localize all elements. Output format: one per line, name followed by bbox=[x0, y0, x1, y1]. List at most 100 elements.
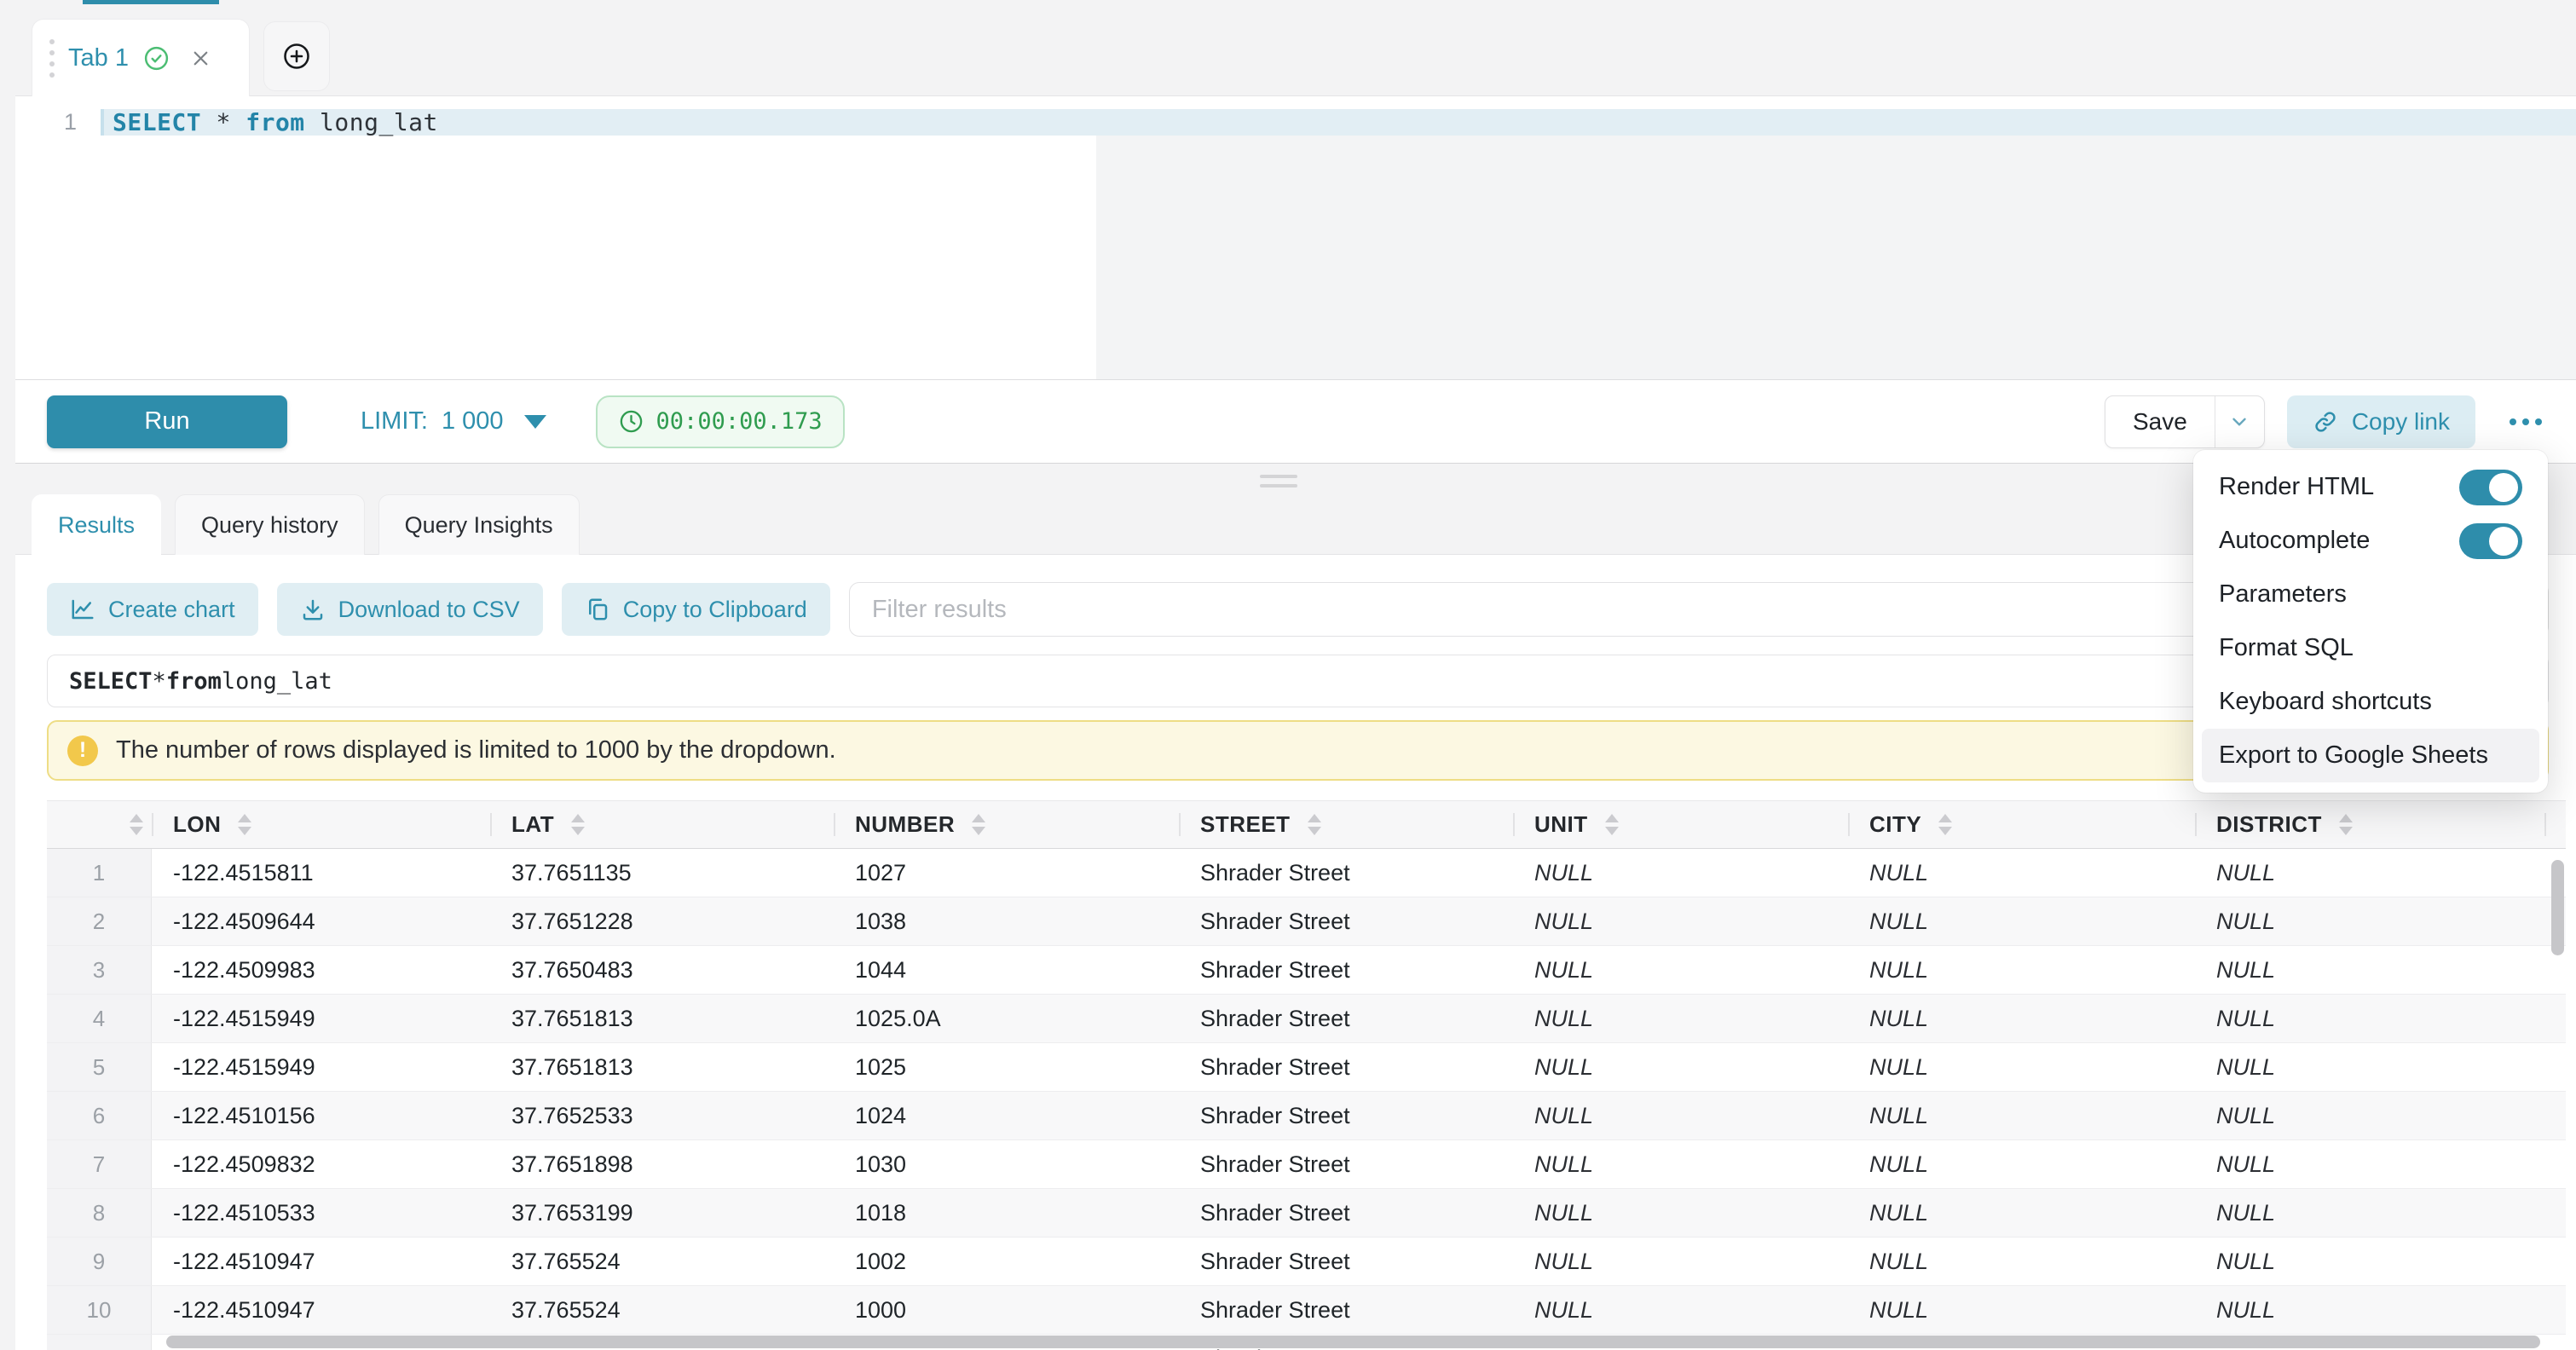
cell-number: 1024 bbox=[834, 1092, 1179, 1139]
vertical-scrollbar[interactable] bbox=[2551, 860, 2564, 955]
column-header-rownum[interactable] bbox=[47, 801, 152, 848]
menu-item-autocomplete[interactable]: Autocomplete bbox=[2193, 514, 2548, 568]
header-separator bbox=[1848, 813, 1850, 836]
download-csv-button[interactable]: Download to CSV bbox=[277, 583, 543, 636]
header-separator bbox=[2195, 813, 2197, 836]
sql-token: SELECT bbox=[113, 108, 201, 136]
loading-indicator bbox=[83, 0, 219, 4]
save-button[interactable]: Save bbox=[2105, 396, 2215, 447]
table-row[interactable]: 9-122.451094737.7655241002Shrader Street… bbox=[47, 1238, 2566, 1286]
column-header-label: NUMBER bbox=[855, 811, 955, 838]
run-button[interactable]: Run bbox=[47, 395, 287, 448]
column-header-lat[interactable]: LAT bbox=[490, 801, 834, 848]
download-icon bbox=[300, 597, 326, 622]
cell-value: NULL bbox=[2216, 1200, 2275, 1226]
horizontal-scrollbar[interactable] bbox=[166, 1336, 2540, 1348]
pane-resize-handle[interactable] bbox=[1260, 475, 1297, 493]
cell-lon: -122.4510947 bbox=[152, 1238, 490, 1285]
cell-lat: 37.7651135 bbox=[490, 849, 834, 897]
sort-icon[interactable] bbox=[972, 814, 985, 835]
cell-district: NULL bbox=[2195, 1140, 2544, 1188]
sort-icon[interactable] bbox=[1308, 814, 1321, 835]
drag-handle-icon[interactable] bbox=[49, 39, 55, 78]
cell-value: Shrader Street bbox=[1200, 1249, 1350, 1275]
sql-editor[interactable]: 1 SELECT * from long_lat bbox=[15, 95, 2576, 379]
sort-icon[interactable] bbox=[1605, 814, 1619, 835]
copy-clipboard-button[interactable]: Copy to Clipboard bbox=[562, 583, 830, 636]
cell-value: NULL bbox=[1534, 1200, 1593, 1226]
row-number: 3 bbox=[47, 946, 152, 994]
cell-value: 37.7650483 bbox=[511, 957, 633, 984]
cell-number: 1038 bbox=[834, 897, 1179, 945]
cell-street: Shrader Street bbox=[1179, 1140, 1513, 1188]
cell-value: 37.7651813 bbox=[511, 1054, 633, 1081]
create-chart-label: Create chart bbox=[108, 597, 235, 623]
table-row[interactable]: 1-122.451581137.76511351027Shrader Stree… bbox=[47, 849, 2566, 897]
table-row[interactable]: 5-122.451594937.76518131025Shrader Stree… bbox=[47, 1043, 2566, 1092]
new-tab-button[interactable] bbox=[263, 21, 330, 91]
header-separator bbox=[1513, 813, 1515, 836]
column-header-lon[interactable]: LON bbox=[152, 801, 490, 848]
cell-value: Shrader Street bbox=[1200, 1151, 1350, 1178]
menu-item-format-sql[interactable]: Format SQL bbox=[2193, 621, 2548, 675]
menu-item-keyboard-shortcuts[interactable]: Keyboard shortcuts bbox=[2193, 675, 2548, 729]
toggle-autocomplete[interactable] bbox=[2459, 523, 2522, 559]
table-row[interactable]: 6-122.451015637.76525331024Shrader Stree… bbox=[47, 1092, 2566, 1140]
sort-icon[interactable] bbox=[238, 814, 251, 835]
warning-text: The number of rows displayed is limited … bbox=[116, 736, 836, 764]
column-header-number[interactable]: NUMBER bbox=[834, 801, 1179, 848]
close-tab-icon[interactable] bbox=[189, 47, 212, 70]
tab-query-insights[interactable]: Query Insights bbox=[378, 494, 580, 555]
cell-lon: -122.4510156 bbox=[152, 1092, 490, 1139]
column-header-unit[interactable]: UNIT bbox=[1513, 801, 1848, 848]
editor-line-number: 1 bbox=[15, 109, 101, 136]
more-options-button[interactable] bbox=[2506, 410, 2545, 434]
cell-city: NULL bbox=[1848, 849, 2195, 897]
cell-re: NULL bbox=[2544, 1238, 2566, 1285]
menu-item-label: Autocomplete bbox=[2219, 527, 2370, 555]
cell-district: NULL bbox=[2195, 946, 2544, 994]
table-row[interactable]: 10-122.451094737.7655241000Shrader Stree… bbox=[47, 1286, 2566, 1335]
save-options-button[interactable] bbox=[2215, 396, 2264, 447]
sort-icon[interactable] bbox=[2339, 814, 2353, 835]
table-row[interactable]: 7-122.450983237.76518981030Shrader Stree… bbox=[47, 1140, 2566, 1189]
toggle-render-html[interactable] bbox=[2459, 470, 2522, 505]
menu-item-parameters[interactable]: Parameters bbox=[2193, 568, 2548, 621]
tab-label: Query history bbox=[201, 512, 338, 539]
executed-query-bar[interactable]: SELECT * from long_lat bbox=[47, 655, 2549, 707]
cell-city: NULL bbox=[1848, 1140, 2195, 1188]
table-row[interactable]: 8-122.451053337.76531991018Shrader Stree… bbox=[47, 1189, 2566, 1238]
sql-code-line[interactable]: SELECT * from long_lat bbox=[104, 108, 438, 136]
sql-token: long_lat bbox=[305, 108, 438, 136]
tab-results[interactable]: Results bbox=[32, 494, 161, 555]
cell-value: 37.7651898 bbox=[511, 1151, 633, 1178]
cell-value: NULL bbox=[1534, 1297, 1593, 1324]
table-row[interactable]: 3-122.450998337.76504831044Shrader Stree… bbox=[47, 946, 2566, 995]
cell-value: NULL bbox=[1869, 957, 1928, 984]
sort-icon[interactable] bbox=[1938, 814, 1952, 835]
column-header-street[interactable]: STREET bbox=[1179, 801, 1513, 848]
menu-item-render-html[interactable]: Render HTML bbox=[2193, 460, 2548, 514]
column-header-label: LAT bbox=[511, 811, 554, 838]
column-header-district[interactable]: DISTRICT bbox=[2195, 801, 2544, 848]
cell-value: NULL bbox=[1534, 860, 1593, 886]
cell-unit: NULL bbox=[1513, 1140, 1848, 1188]
copy-link-button[interactable]: Copy link bbox=[2287, 395, 2475, 448]
editor-tab[interactable]: Tab 1 bbox=[32, 19, 250, 96]
create-chart-button[interactable]: Create chart bbox=[47, 583, 258, 636]
column-header-re[interactable]: RE bbox=[2544, 801, 2566, 848]
sort-icon[interactable] bbox=[130, 814, 143, 835]
column-header-city[interactable]: CITY bbox=[1848, 801, 2195, 848]
sort-down-arrow bbox=[238, 827, 251, 835]
table-row[interactable]: 4-122.451594937.76518131025.0AShrader St… bbox=[47, 995, 2566, 1043]
sort-up-arrow bbox=[130, 814, 143, 822]
sort-icon[interactable] bbox=[571, 814, 585, 835]
cell-value: 1038 bbox=[855, 909, 906, 935]
menu-item-export-to-google-sheets[interactable]: Export to Google Sheets bbox=[2202, 729, 2539, 782]
cell-value: 37.7653199 bbox=[511, 1200, 633, 1226]
tab-query-history[interactable]: Query history bbox=[175, 494, 365, 555]
table-row[interactable]: 2-122.450964437.76512281038Shrader Stree… bbox=[47, 897, 2566, 946]
limit-dropdown[interactable]: LIMIT: 1 000 bbox=[361, 407, 546, 436]
row-number: 5 bbox=[47, 1043, 152, 1091]
sort-up-arrow bbox=[238, 814, 251, 822]
